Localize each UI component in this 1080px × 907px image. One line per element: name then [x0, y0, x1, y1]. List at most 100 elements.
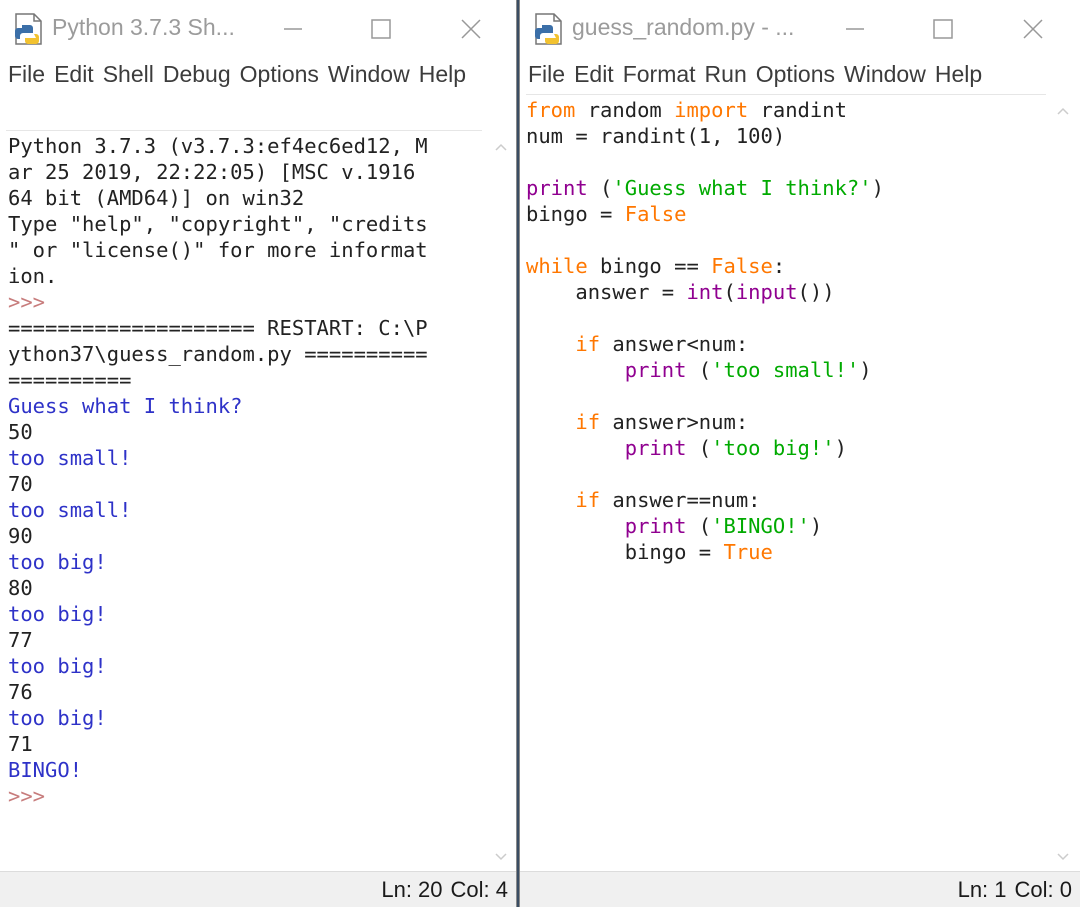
shell-line: 50 [8, 420, 33, 444]
code-token: print [526, 176, 588, 200]
scroll-up-button[interactable] [1056, 106, 1070, 116]
shell-output[interactable]: Python 3.7.3 (v3.7.3:ef4ec6ed12, Mar 25 … [0, 133, 516, 869]
code-line: if answer==num: [526, 487, 1080, 513]
code-token: if [575, 332, 601, 356]
code-token: from [526, 98, 576, 122]
maximize-icon [933, 19, 953, 39]
scroll-up-button[interactable] [494, 142, 508, 152]
menu-options[interactable]: Options [240, 61, 319, 87]
line-number: Ln: 1 [957, 877, 1007, 902]
code-line: print ('too small!') [526, 357, 1080, 383]
close-button[interactable] [1018, 14, 1048, 44]
code-token: ()) [797, 280, 835, 304]
editor-statusbar: Ln: 1 Col: 0 [520, 871, 1080, 907]
menu-help[interactable]: Help [935, 61, 982, 87]
code-token: ( [587, 176, 613, 200]
minimize-button[interactable] [840, 14, 870, 44]
code-token: : [772, 254, 786, 278]
code-line: print ('too big!') [526, 435, 1080, 461]
minimize-icon [846, 28, 864, 30]
maximize-button[interactable] [928, 14, 958, 44]
menu-debug[interactable]: Debug [163, 61, 231, 87]
code-token: False [711, 254, 773, 278]
menu-options[interactable]: Options [756, 61, 835, 87]
scroll-down-button[interactable] [494, 852, 508, 862]
code-token: if [575, 410, 601, 434]
scroll-down-button[interactable] [1056, 852, 1070, 862]
shell-menubar: File Edit Shell Debug Options Window Help [0, 56, 490, 93]
menu-window[interactable]: Window [844, 61, 926, 87]
shell-window: Python 3.7.3 Sh... File Edit Shell Debug Opt… [0, 0, 517, 907]
code-token: 'too small!' [711, 358, 860, 382]
column-number: Col: 4 [450, 877, 508, 902]
menu-file[interactable]: File [528, 61, 565, 87]
shell-line: ion. [8, 264, 58, 288]
shell-line: 64 bit (AMD64)] on win32 [8, 186, 305, 210]
chevron-up-icon [1057, 107, 1069, 115]
shell-line: 76 [8, 680, 33, 704]
close-icon [1023, 19, 1043, 39]
editor-menubar: File Edit Format Run Options Window Help [520, 56, 1080, 93]
shell-stdout-line: too small! [8, 446, 132, 470]
python-idle-icon [535, 13, 562, 45]
shell-line: ==================== RESTART: C:\P [8, 316, 428, 340]
code-token: randint [748, 98, 847, 122]
editor-window: guess_random.py - ... File Edit Format Run O… [519, 0, 1080, 907]
python-idle-icon [15, 13, 42, 45]
shell-prompt: >>> [8, 290, 58, 314]
code-editor[interactable]: from random import randint num = randint(… [520, 97, 1080, 869]
code-token: ) [809, 514, 823, 538]
column-number: Col: 0 [1014, 877, 1072, 902]
shell-stdout-line: too big! [8, 654, 107, 678]
menu-run[interactable]: Run [705, 61, 747, 87]
code-token: 'Guess what I think?' [612, 176, 872, 200]
maximize-button[interactable] [366, 14, 396, 44]
menu-separator [6, 130, 482, 131]
menu-window[interactable]: Window [328, 61, 410, 87]
shell-line: 80 [8, 576, 33, 600]
code-token: answer==num: [600, 488, 761, 512]
shell-prompt: >>> [8, 784, 58, 808]
code-token: import [674, 98, 749, 122]
menu-edit[interactable]: Edit [54, 61, 94, 87]
code-token: False [624, 202, 687, 226]
chevron-down-icon [495, 853, 507, 861]
code-token: answer<num: [600, 332, 749, 356]
shell-line: " or "license()" for more informat [8, 238, 428, 262]
menu-shell[interactable]: Shell [103, 61, 154, 87]
menu-file[interactable]: File [8, 61, 45, 87]
shell-stdout-line: BINGO! [8, 758, 83, 782]
shell-line: ========== [8, 368, 132, 392]
minimize-button[interactable] [278, 14, 308, 44]
menu-help[interactable]: Help [419, 61, 466, 87]
close-button[interactable] [456, 14, 486, 44]
menu-format[interactable]: Format [623, 61, 696, 87]
code-token: ) [834, 436, 847, 460]
code-line: answer = int(input()) [526, 279, 1080, 305]
editor-titlebar[interactable]: guess_random.py - ... [520, 0, 1080, 56]
code-token: ( [686, 514, 712, 538]
chevron-down-icon [1057, 853, 1069, 861]
code-token: print [624, 514, 687, 538]
code-token: input [735, 280, 798, 304]
code-token: answer = [526, 280, 687, 304]
code-token: while [526, 254, 588, 278]
code-token: int [686, 280, 724, 304]
shell-titlebar[interactable]: Python 3.7.3 Sh... [0, 0, 516, 56]
code-line: if answer<num: [526, 331, 1080, 357]
code-token: print [624, 436, 687, 460]
close-icon [461, 19, 481, 39]
code-token: bingo = [526, 540, 724, 564]
menu-edit[interactable]: Edit [574, 61, 614, 87]
menu-separator [526, 94, 1046, 95]
code-token: answer>num: [600, 410, 749, 434]
code-token: ) [859, 358, 872, 382]
code-line: from random import randint [526, 97, 1080, 123]
